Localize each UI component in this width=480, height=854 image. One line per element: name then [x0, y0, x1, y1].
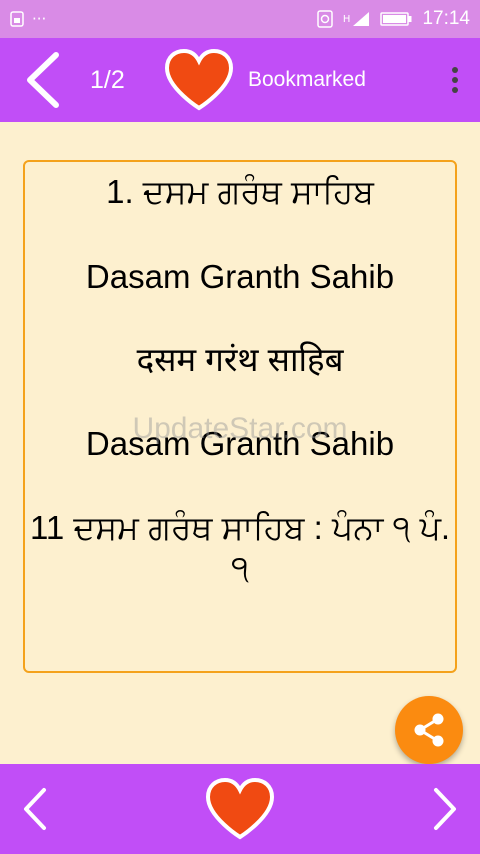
- heart-icon: [164, 48, 234, 111]
- chevron-left-icon: [27, 52, 59, 108]
- entry-roman-title: Dasam Granth Sahib: [85, 258, 395, 295]
- network-label: H: [342, 13, 351, 25]
- entry-reference: 11 ਦਸਮ ਗਰੰਥ ਸਾਹਿਬ : ਪੰਨਾ ੧ ਪੰ. ੧: [29, 509, 451, 586]
- share-icon: [414, 713, 444, 747]
- next-button[interactable]: [410, 764, 480, 854]
- sim-icon: [10, 11, 24, 27]
- entry-card: 1. ਦਸਮ ਗਰੰਥ ਸਾਹਿਬ Dasam Granth Sahib दसम…: [23, 160, 457, 673]
- battery-icon: [380, 11, 412, 27]
- share-button[interactable]: [395, 696, 463, 764]
- signal-icon: H: [343, 11, 371, 27]
- status-bar: ··· H 17:14: [0, 0, 480, 38]
- status-dots: ···: [32, 10, 47, 28]
- bottom-bookmark-button[interactable]: [195, 764, 285, 854]
- chevron-left-icon: [24, 788, 46, 830]
- entry-translation: Dasam Granth Sahib: [85, 425, 395, 462]
- entry-gurmukhi-title: 1. ਦਸਮ ਗਰੰਥ ਸਾਹਿਬ: [106, 173, 374, 210]
- chevron-right-icon: [434, 788, 456, 830]
- top-toolbar: 1/2 Bookmarked: [0, 38, 480, 122]
- bookmark-status: Bookmarked: [248, 68, 366, 91]
- previous-button[interactable]: [0, 764, 70, 854]
- status-time: 17:14: [422, 8, 470, 29]
- page-counter: 1/2: [90, 65, 125, 94]
- more-vert-icon: [452, 67, 458, 93]
- overflow-menu-button[interactable]: [430, 38, 480, 122]
- alarm-icon: [317, 10, 333, 28]
- bottom-bar: [0, 764, 480, 854]
- entry-devanagari-title: दसम गरंथ साहिब: [136, 341, 344, 378]
- heart-icon: [205, 777, 275, 840]
- back-button[interactable]: [0, 38, 84, 122]
- bookmark-heart-button[interactable]: [160, 41, 238, 119]
